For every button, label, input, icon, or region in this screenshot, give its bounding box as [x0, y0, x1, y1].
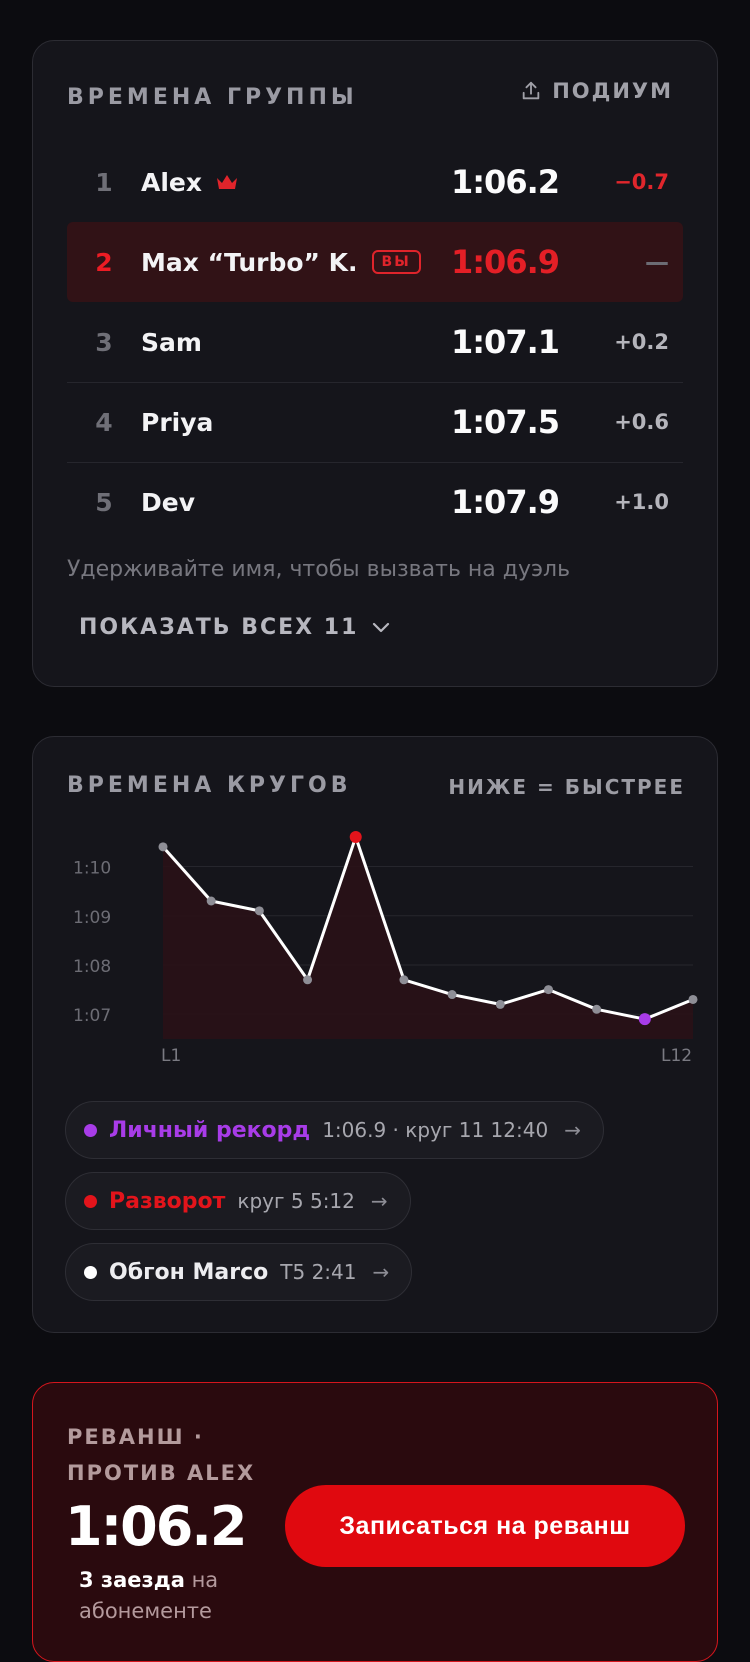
event-meta: круг 5 5:12: [237, 1189, 355, 1213]
x-tick-label: L1: [161, 1046, 181, 1066]
data-point: [592, 1004, 602, 1014]
lap-time: 1:07.1: [450, 323, 560, 361]
data-point: [206, 896, 216, 906]
lap-time: 1:07.5: [450, 403, 560, 441]
rank: 4: [95, 407, 113, 437]
driver-name[interactable]: Alex: [141, 168, 451, 197]
arrow-right-icon: →: [370, 1189, 388, 1213]
row-divider: [67, 462, 683, 463]
lap-times-title: ВРЕМЕНА КРУГОВ: [67, 773, 352, 798]
driver-name-text: Dev: [141, 487, 196, 517]
chart-note: НИЖЕ = БЫСТРЕЕ: [448, 775, 685, 799]
rank: 2: [95, 247, 113, 277]
leaderboard-row[interactable]: 5 Dev 1:07.9 +1.0: [67, 462, 683, 542]
event-dot: [84, 1123, 97, 1137]
group-times-title: ВРЕМЕНА ГРУППЫ: [67, 85, 358, 110]
y-tick-label: 1:08: [73, 957, 111, 977]
data-point: [399, 975, 409, 985]
y-tick-label: 1:10: [73, 859, 111, 879]
highlight-point: [349, 831, 362, 843]
show-all-label: ПОКАЗАТЬ ВСЕХ 11: [79, 615, 359, 640]
event-label: Разворот: [109, 1188, 226, 1214]
time-gap: −0.7: [614, 170, 669, 194]
data-point: [688, 994, 698, 1004]
book-rematch-button[interactable]: Записаться на реванш: [285, 1485, 685, 1567]
event-meta: 1:06.9 · круг 11 12:40: [322, 1118, 549, 1142]
event-label: Личный рекорд: [109, 1117, 311, 1143]
rank: 1: [95, 167, 113, 197]
rematch-card: РЕВАНШ · ПРОТИВ ALEX 1:06.2 3 заезда на …: [32, 1382, 718, 1662]
data-point: [303, 975, 313, 985]
data-point: [495, 999, 505, 1009]
leaderboard-row-you[interactable]: 2 Max “Turbo” K. ВЫ 1:06.9 —: [67, 222, 683, 302]
driver-name[interactable]: Sam: [141, 328, 451, 357]
data-point: [254, 906, 264, 916]
rank: 5: [95, 487, 113, 517]
leaderboard-row[interactable]: 1 Alex 1:06.2 −0.7: [67, 142, 683, 222]
group-times-card: ВРЕМЕНА ГРУППЫ ПОДИУМ 1 Alex 1:06.2 −0.7…: [32, 40, 718, 687]
crown-icon: [217, 175, 237, 189]
chevron-down-icon: [373, 622, 390, 632]
chart-area: [163, 837, 693, 1039]
duel-hint: Удерживайте имя, чтобы вызвать на дуэль: [67, 557, 571, 582]
share-icon: [522, 81, 540, 100]
credits-info: 3 заезда на абонементе: [79, 1565, 279, 1627]
row-divider: [67, 382, 683, 383]
event-dot: [84, 1194, 97, 1208]
lap-time: 1:06.2: [450, 163, 560, 201]
highlight-point: [638, 1013, 651, 1026]
leaderboard-row[interactable]: 4 Priya 1:07.5 +0.6: [67, 382, 683, 462]
data-point: [158, 842, 168, 852]
event-personal-best[interactable]: Личный рекорд 1:06.9 · круг 11 12:40 →: [65, 1101, 604, 1159]
event-overtake[interactable]: Обгон Marco T5 2:41 →: [65, 1243, 413, 1301]
podium-button[interactable]: ПОДИУМ: [520, 79, 673, 103]
driver-name-text: Max “Turbo” K.: [141, 247, 358, 277]
driver-name-text: Sam: [141, 327, 202, 357]
lap-times-chart: 1:07 1:08 1:09 1:10 L1 L12: [73, 831, 698, 1066]
driver-name[interactable]: Max “Turbo” K. ВЫ: [141, 248, 451, 277]
rematch-label: РЕВАНШ · ПРОТИВ ALEX: [67, 1425, 256, 1485]
driver-name-text: Alex: [141, 167, 202, 197]
arrow-right-icon: →: [564, 1118, 581, 1142]
event-meta: T5 2:41: [280, 1260, 357, 1284]
driver-name[interactable]: Priya: [141, 408, 451, 437]
lap-times-card: ВРЕМЕНА КРУГОВ НИЖЕ = БЫСТРЕЕ 1:07 1:08 1:…: [32, 736, 718, 1333]
time-gap: +0.2: [614, 330, 669, 354]
leaderboard-row[interactable]: 3 Sam 1:07.1 +0.2: [67, 302, 683, 382]
x-tick-label: L12: [661, 1046, 692, 1066]
you-badge: ВЫ: [371, 250, 421, 274]
podium-label: ПОДИУМ: [552, 79, 673, 103]
driver-name-text: Priya: [141, 407, 214, 437]
time-gap: +0.6: [614, 410, 669, 434]
event-dot: [84, 1265, 97, 1279]
rematch-target-time: 1:06.2: [65, 1495, 247, 1558]
time-gap: —: [645, 248, 669, 276]
arrow-right-icon: →: [372, 1260, 390, 1284]
event-label: Обгон Marco: [109, 1259, 269, 1285]
credits-count: 3 заезда: [79, 1568, 185, 1592]
data-point: [447, 990, 457, 1000]
data-point: [543, 985, 553, 995]
rank: 3: [95, 327, 113, 357]
driver-name[interactable]: Dev: [141, 488, 451, 517]
event-spin[interactable]: Разворот круг 5 5:12 →: [65, 1172, 411, 1230]
show-all-button[interactable]: ПОКАЗАТЬ ВСЕХ 11: [79, 615, 390, 640]
time-gap: +1.0: [614, 490, 669, 514]
lap-time: 1:06.9: [450, 243, 560, 281]
y-tick-label: 1:09: [73, 908, 111, 928]
lap-time: 1:07.9: [450, 483, 560, 521]
y-tick-label: 1:07: [73, 1006, 111, 1026]
